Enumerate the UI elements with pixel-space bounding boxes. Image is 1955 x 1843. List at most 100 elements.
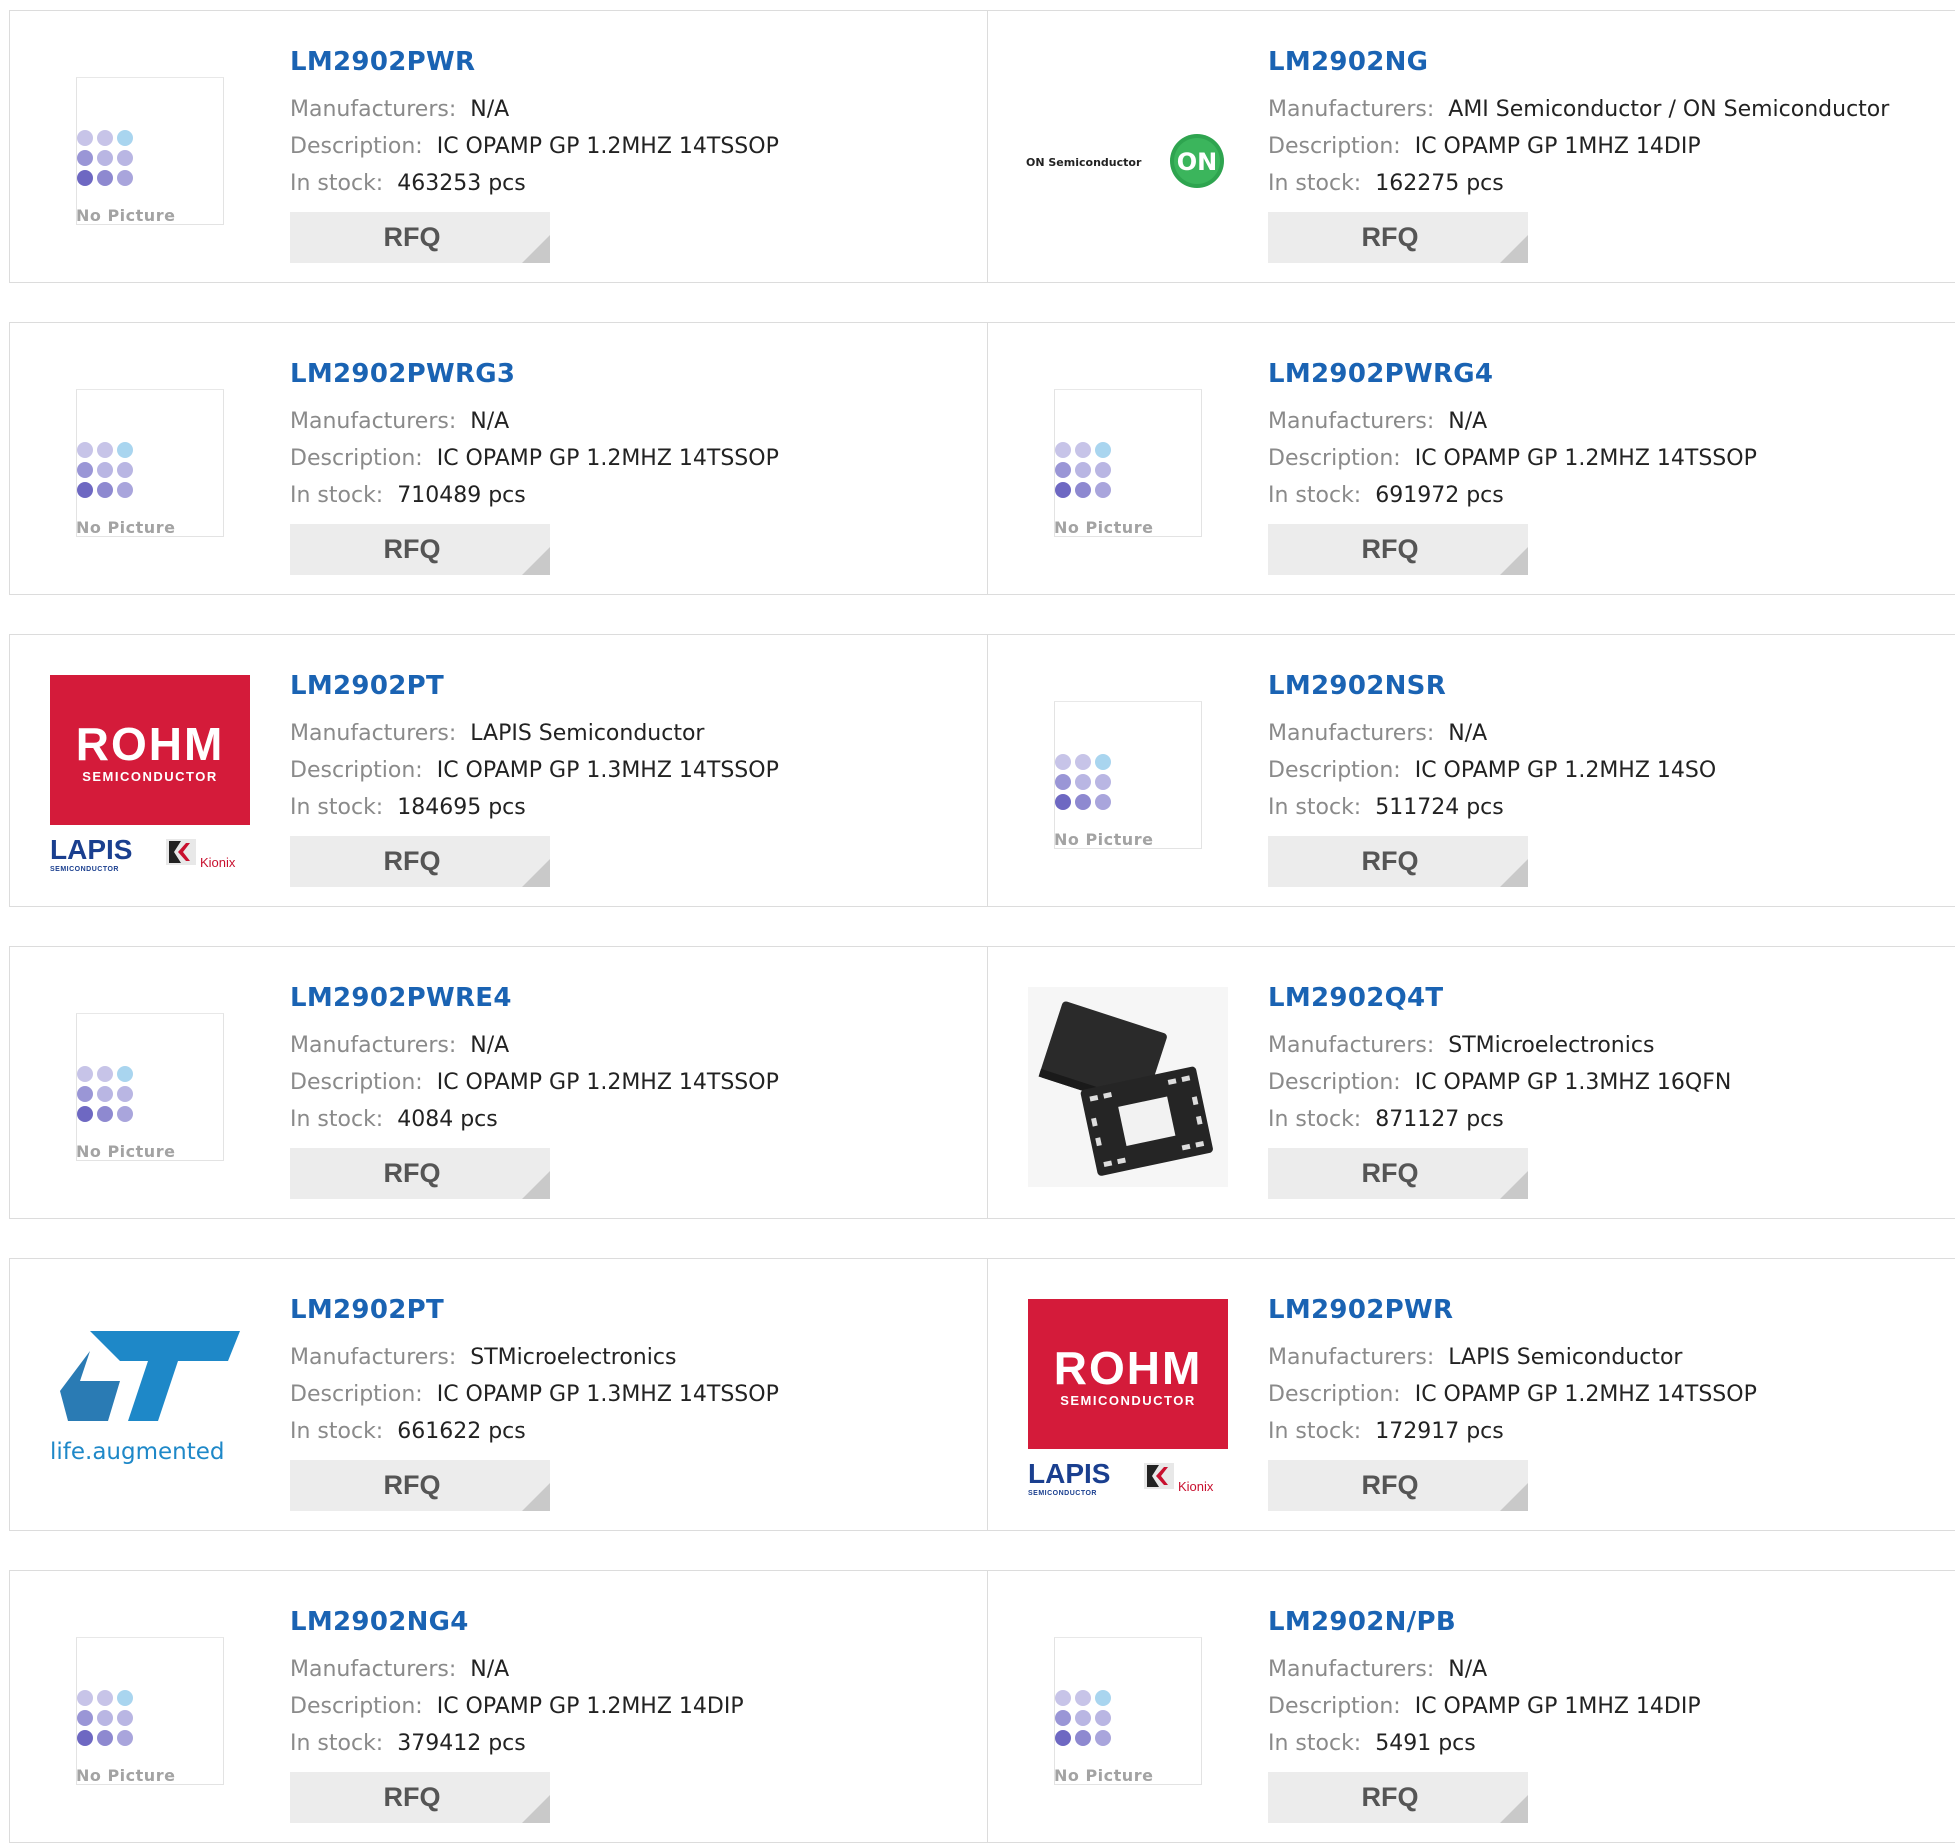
description-label: Description:: [290, 1070, 423, 1095]
product-card: No Picture LM2902PWRE4 Manufacturers: N/A…: [10, 947, 988, 1218]
product-card: ROHM SEMICONDUCTOR LAPIS SEMICONDUCTOR K…: [988, 1259, 1955, 1530]
stock-value: 162275 pcs: [1375, 171, 1504, 196]
manufacturers-label: Manufacturers:: [1268, 1033, 1435, 1058]
description-label: Description:: [290, 758, 423, 783]
manufacturer-value: N/A: [1448, 721, 1488, 746]
part-number-link[interactable]: LM2902NG4: [290, 1607, 469, 1637]
rfq-button[interactable]: RFQ: [290, 212, 550, 263]
manufacturers-label: Manufacturers:: [1268, 721, 1435, 746]
product-info: LM2902Q4T Manufacturers: STMicroelectroni…: [1268, 983, 1928, 1138]
part-number-link[interactable]: LM2902NSR: [1268, 671, 1446, 701]
manufacturer-line: Manufacturers: STMicroelectronics: [290, 1339, 950, 1376]
manufacturer-value: N/A: [470, 409, 510, 434]
manufacturer-line: Manufacturers: N/A: [1268, 403, 1928, 440]
stock-value: 661622 pcs: [397, 1419, 526, 1444]
manufacturers-label: Manufacturers:: [1268, 1345, 1435, 1370]
lapis-kionix-logo: LAPIS SEMICONDUCTOR Kionix: [1028, 1458, 1214, 1497]
manufacturer-value: N/A: [470, 1657, 510, 1682]
description-line: Description: IC OPAMP GP 1MHZ 14DIP: [1268, 1688, 1928, 1725]
manufacturers-label: Manufacturers:: [290, 721, 457, 746]
no-picture-placeholder: No Picture: [1054, 389, 1202, 537]
product-info: LM2902PWR Manufacturers: N/A Description:…: [290, 47, 950, 202]
rohm-logo-block: ROHM SEMICONDUCTOR: [50, 675, 250, 825]
rfq-label: RFQ: [383, 1470, 441, 1500]
lapis-text: LAPIS: [50, 834, 132, 865]
manufacturer-line: Manufacturers: AMI Semiconductor / ON Sem…: [1268, 91, 1928, 128]
part-number-link[interactable]: LM2902PT: [290, 671, 444, 701]
stock-value: 379412 pcs: [397, 1731, 526, 1756]
in-stock-label: In stock:: [290, 795, 384, 820]
rfq-label: RFQ: [383, 846, 441, 876]
molecule-icon: [1055, 1690, 1111, 1746]
stock-value: 172917 pcs: [1375, 1419, 1504, 1444]
no-picture-placeholder: No Picture: [76, 1637, 224, 1785]
stock-value: 871127 pcs: [1375, 1107, 1504, 1132]
no-picture-label: No Picture: [76, 1142, 176, 1161]
no-picture-label: No Picture: [76, 206, 176, 225]
manufacturers-label: Manufacturers:: [290, 1345, 457, 1370]
part-number-link[interactable]: LM2902NG: [1268, 47, 1428, 77]
stock-line: In stock: 661622 pcs: [290, 1413, 950, 1450]
no-picture-label: No Picture: [76, 518, 176, 537]
corner-triangle-icon: [1500, 235, 1528, 263]
manufacturer-line: Manufacturers: N/A: [290, 1027, 950, 1064]
product-grid: No Picture LM2902PWR Manufacturers: N/A D…: [0, 0, 1955, 1843]
description-line: Description: IC OPAMP GP 1.2MHZ 14SO: [1268, 752, 1928, 789]
manufacturers-label: Manufacturers:: [1268, 97, 1435, 122]
part-number-link[interactable]: LM2902PT: [290, 1295, 444, 1325]
product-row: ROHM SEMICONDUCTOR LAPIS SEMICONDUCTOR K…: [9, 634, 1955, 907]
manufacturer-value: N/A: [1448, 1657, 1488, 1682]
rfq-button[interactable]: RFQ: [1268, 212, 1528, 263]
rfq-button[interactable]: RFQ: [1268, 1148, 1528, 1199]
manufacturer-value: STMicroelectronics: [470, 1345, 677, 1370]
manufacturer-value: LAPIS Semiconductor: [470, 721, 705, 746]
part-number-link[interactable]: LM2902PWRG3: [290, 359, 515, 389]
kionix-text: Kionix: [1178, 1479, 1214, 1494]
part-number-link[interactable]: LM2902Q4T: [1268, 983, 1443, 1013]
on-semiconductor-logo: ON Semiconductor ON: [1026, 131, 1236, 191]
corner-triangle-icon: [1500, 859, 1528, 887]
rfq-button[interactable]: RFQ: [290, 1148, 550, 1199]
stock-line: In stock: 710489 pcs: [290, 477, 950, 514]
stock-line: In stock: 379412 pcs: [290, 1725, 950, 1762]
product-card: No Picture LM2902PWR Manufacturers: N/A D…: [10, 11, 988, 282]
part-number-link[interactable]: LM2902PWR: [290, 47, 475, 77]
rfq-button[interactable]: RFQ: [290, 1460, 550, 1511]
part-number-link[interactable]: LM2902PWR: [1268, 1295, 1453, 1325]
description-value: IC OPAMP GP 1.3MHZ 14TSSOP: [436, 1382, 779, 1407]
kionix-text: Kionix: [200, 855, 236, 870]
product-info: LM2902PT Manufacturers: STMicroelectronic…: [290, 1295, 950, 1450]
qfn-chip-photo: [1028, 987, 1228, 1187]
corner-triangle-icon: [1500, 1795, 1528, 1823]
part-number-link[interactable]: LM2902PWRE4: [290, 983, 512, 1013]
rfq-button[interactable]: RFQ: [290, 836, 550, 887]
part-number-link[interactable]: LM2902PWRG4: [1268, 359, 1493, 389]
no-picture-label: No Picture: [76, 1766, 176, 1785]
product-card: No Picture LM2902NSR Manufacturers: N/A D…: [988, 635, 1955, 906]
rfq-button[interactable]: RFQ: [1268, 836, 1528, 887]
rfq-button[interactable]: RFQ: [290, 1772, 550, 1823]
rfq-button[interactable]: RFQ: [1268, 524, 1528, 575]
rfq-label: RFQ: [1361, 1158, 1419, 1188]
rohm-wordmark: ROHM: [75, 718, 225, 770]
in-stock-label: In stock:: [1268, 1731, 1362, 1756]
description-value: IC OPAMP GP 1.3MHZ 14TSSOP: [436, 758, 779, 783]
stock-line: In stock: 691972 pcs: [1268, 477, 1928, 514]
description-label: Description:: [290, 1694, 423, 1719]
lapis-text: LAPIS: [1028, 1458, 1110, 1489]
part-number-link[interactable]: LM2902N/PB: [1268, 1607, 1456, 1637]
product-card: life.augmented LM2902PT Manufacturers: ST…: [10, 1259, 988, 1530]
manufacturer-line: Manufacturers: N/A: [290, 1651, 950, 1688]
corner-triangle-icon: [1500, 1483, 1528, 1511]
rfq-button[interactable]: RFQ: [290, 524, 550, 575]
product-row: life.augmented LM2902PT Manufacturers: ST…: [9, 1258, 1955, 1531]
rfq-button[interactable]: RFQ: [1268, 1460, 1528, 1511]
rfq-button[interactable]: RFQ: [1268, 1772, 1528, 1823]
description-value: IC OPAMP GP 1.2MHZ 14TSSOP: [436, 1070, 779, 1095]
lapis-sub-text: SEMICONDUCTOR: [50, 866, 119, 873]
manufacturers-label: Manufacturers:: [290, 1657, 457, 1682]
rohm-logo: ROHM SEMICONDUCTOR LAPIS SEMICONDUCTOR K…: [50, 675, 250, 875]
manufacturer-value: LAPIS Semiconductor: [1448, 1345, 1683, 1370]
stock-value: 5491 pcs: [1375, 1731, 1476, 1756]
st-tagline-text: life.augmented: [50, 1439, 225, 1465]
